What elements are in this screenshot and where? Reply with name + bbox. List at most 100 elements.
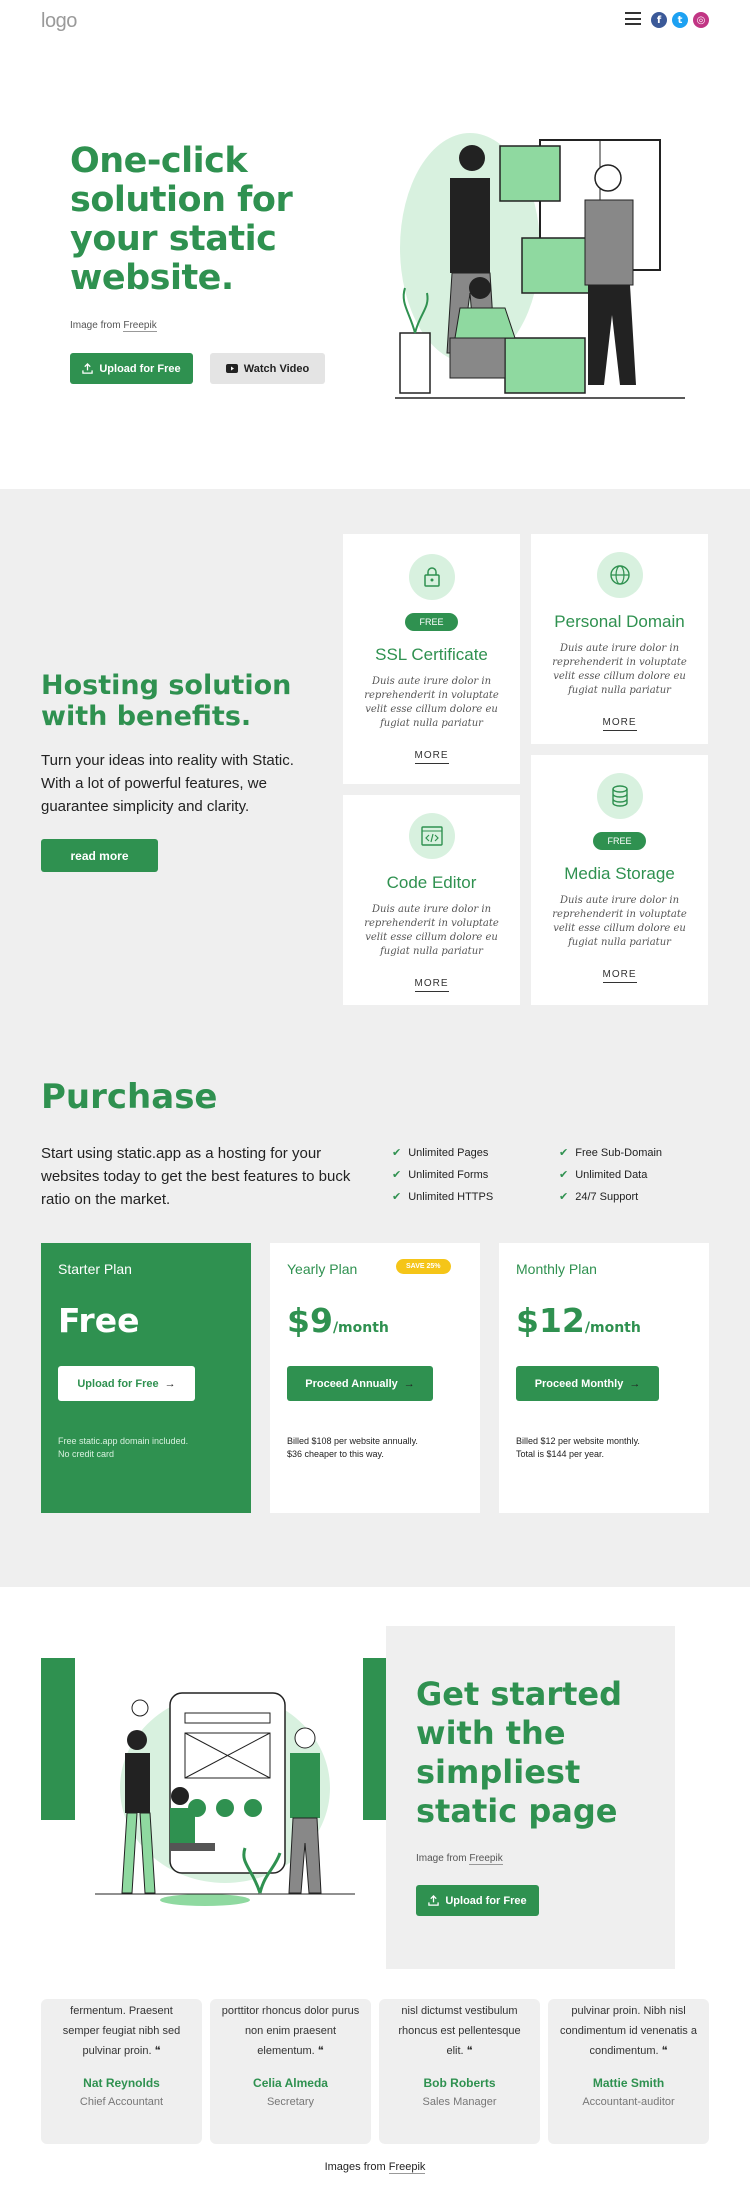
freepik-link[interactable]: Freepik <box>123 320 157 332</box>
testimonial-quote: pulvinar proin. Nibh nisl condimentum id… <box>560 2005 697 2057</box>
testimonial-name: Mattie Smith <box>592 2076 665 2090</box>
feature-item: ✔ 24/7 Support <box>559 1190 639 1204</box>
save-badge: SAVE 25% <box>396 1259 451 1274</box>
plan-note: Billed $12 per website monthly. Total is … <box>516 1436 640 1459</box>
feature-item: ✔ Unlimited Pages <box>392 1146 489 1160</box>
plan-card-monthly: Monthly Plan $12/month Proceed Monthly →… <box>499 1243 709 1513</box>
plan-price: $9/month <box>287 1301 389 1340</box>
testimonial-name: Bob Roberts <box>423 2076 496 2090</box>
plan-name: Starter Plan <box>58 1261 132 1277</box>
plan-name: Monthly Plan <box>516 1261 597 1277</box>
upload-for-free-button[interactable]: Upload for Free → <box>58 1366 195 1401</box>
footer-credit: Images from Freepik <box>324 2161 426 2174</box>
twitter-icon[interactable]: t <box>672 12 688 28</box>
plan-price: Free <box>58 1301 140 1340</box>
testimonial-quote: fermentum. Praesent semper feugiat nibh … <box>62 2005 181 2057</box>
instagram-icon[interactable]: ◎ <box>693 12 709 28</box>
freepik-link[interactable]: Freepik <box>469 1853 503 1865</box>
testimonial-card: fermentum. Praesent semper feugiat nibh … <box>41 1999 202 2144</box>
testimonial-name: Celia Almeda <box>253 2076 328 2090</box>
youtube-icon <box>225 364 238 373</box>
card-title: SSL Certificate <box>375 645 488 664</box>
get-started-upload-button[interactable]: Upload for Free <box>416 1885 539 1916</box>
hero-title: One-click solution for your static websi… <box>70 141 293 298</box>
arrow-right-icon: → <box>164 1377 176 1390</box>
free-badge: FREE <box>405 613 458 631</box>
code-icon <box>408 813 455 859</box>
purchase-title: Purchase <box>41 1077 218 1117</box>
features-list-left: ✔ Unlimited Pages ✔ Unlimited Forms ✔ Unlim… <box>392 1146 494 1204</box>
arrow-right-icon: → <box>403 1377 415 1390</box>
hero-upload-button[interactable]: Upload for Free <box>70 353 193 384</box>
card-text: Duis aute irure dolor in reprehenderit i… <box>364 904 499 957</box>
globe-icon <box>596 552 643 598</box>
watch-video-button[interactable]: Watch Video <box>210 353 325 384</box>
more-link[interactable]: MORE <box>414 978 449 992</box>
testimonial-quote: porttitor rhoncus dolor purus non enim p… <box>221 2005 360 2057</box>
check-icon: ✔ <box>559 1191 569 1203</box>
read-more-button[interactable]: read more <box>41 839 158 872</box>
check-icon: ✔ <box>559 1147 569 1159</box>
free-badge: FREE <box>593 832 646 850</box>
card-text: Duis aute irure dolor in reprehenderit i… <box>552 643 687 696</box>
feature-card-domain: Personal Domain Duis aute irure dolor in… <box>531 534 708 744</box>
plan-price: $12/month <box>516 1301 641 1340</box>
testimonial-name: Nat Reynolds <box>83 2076 160 2090</box>
button-label: Upload for Free <box>77 1377 159 1390</box>
plan-note: Free static.app domain included. No credi… <box>58 1436 189 1459</box>
more-link[interactable]: MORE <box>414 750 449 764</box>
watch-video-label: Watch Video <box>243 362 310 375</box>
proceed-annually-button[interactable]: Proceed Annually → <box>287 1366 433 1401</box>
purchase-text: Start using static.app as a hosting for … <box>41 1145 351 1208</box>
check-icon: ✔ <box>392 1169 402 1181</box>
testimonial-role: Sales Manager <box>422 2096 497 2108</box>
lock-icon <box>408 554 455 600</box>
hero-illustration <box>395 133 685 399</box>
proceed-monthly-button[interactable]: Proceed Monthly → <box>516 1366 659 1401</box>
check-icon: ✔ <box>392 1147 402 1159</box>
features-list-right: ✔ Free Sub-Domain ✔ Unlimited Data ✔ 24/7 S… <box>559 1146 663 1204</box>
get-started-image-credit: Image from Freepik <box>416 1853 503 1865</box>
check-icon: ✔ <box>392 1191 402 1203</box>
plan-name: Yearly Plan <box>287 1261 358 1277</box>
facebook-icon[interactable]: f <box>651 12 667 28</box>
button-label: Proceed Monthly <box>534 1377 624 1390</box>
hamburger-menu-icon[interactable] <box>625 12 641 25</box>
card-title: Personal Domain <box>554 612 685 631</box>
feature-item: ✔ Unlimited HTTPS <box>392 1190 494 1204</box>
card-title: Code Editor <box>386 873 477 892</box>
feature-card-media-storage: FREE Media Storage Duis aute irure dolor… <box>531 755 708 1005</box>
more-link[interactable]: MORE <box>602 717 637 731</box>
plan-card-starter: Starter Plan Free Upload for Free → Free… <box>41 1243 251 1513</box>
card-text: Duis aute irure dolor in reprehenderit i… <box>364 676 499 729</box>
decor-bar-left <box>41 1658 75 1820</box>
feature-card-code-editor: Code Editor Duis aute irure dolor in rep… <box>343 795 520 1005</box>
upload-icon <box>428 1895 440 1906</box>
feature-item: ✔ Free Sub-Domain <box>559 1146 663 1160</box>
feature-item: ✔ Unlimited Forms <box>392 1168 489 1182</box>
testimonial-role: Chief Accountant <box>79 2096 164 2108</box>
upload-label: Upload for Free <box>445 1894 527 1907</box>
logo[interactable]: logo <box>41 10 77 33</box>
get-started-title: Get started with the simpliest static pa… <box>416 1675 623 1830</box>
upload-label: Upload for Free <box>99 362 181 375</box>
testimonial-card: pulvinar proin. Nibh nisl condimentum id… <box>548 1999 709 2144</box>
upload-icon <box>82 363 94 374</box>
arrow-right-icon: → <box>629 1377 641 1390</box>
feature-card-ssl: FREE SSL Certificate Duis aute irure dol… <box>343 534 520 784</box>
more-link[interactable]: MORE <box>602 969 637 983</box>
card-title: Media Storage <box>564 864 675 883</box>
decor-bar-right <box>363 1658 386 1820</box>
testimonial-card: nisl dictumst vestibulum rhoncus est pel… <box>379 1999 540 2144</box>
plan-note: Billed $108 per website annually. $36 che… <box>287 1436 418 1459</box>
freepik-link[interactable]: Freepik <box>388 2161 426 2174</box>
testimonial-role: Accountant-auditor <box>582 2096 675 2108</box>
testimonial-card: porttitor rhoncus dolor purus non enim p… <box>210 1999 371 2144</box>
benefits-title: Hosting solution with benefits. <box>41 670 292 732</box>
feature-item: ✔ Unlimited Data <box>559 1168 648 1182</box>
hero-image-credit: Image from Freepik <box>70 320 157 332</box>
testimonial-quote: nisl dictumst vestibulum rhoncus est pel… <box>398 2005 521 2057</box>
plan-card-yearly: Yearly Plan SAVE 25% $9/month Proceed An… <box>270 1243 480 1513</box>
testimonial-role: Secretary <box>266 2096 315 2108</box>
check-icon: ✔ <box>559 1169 569 1181</box>
